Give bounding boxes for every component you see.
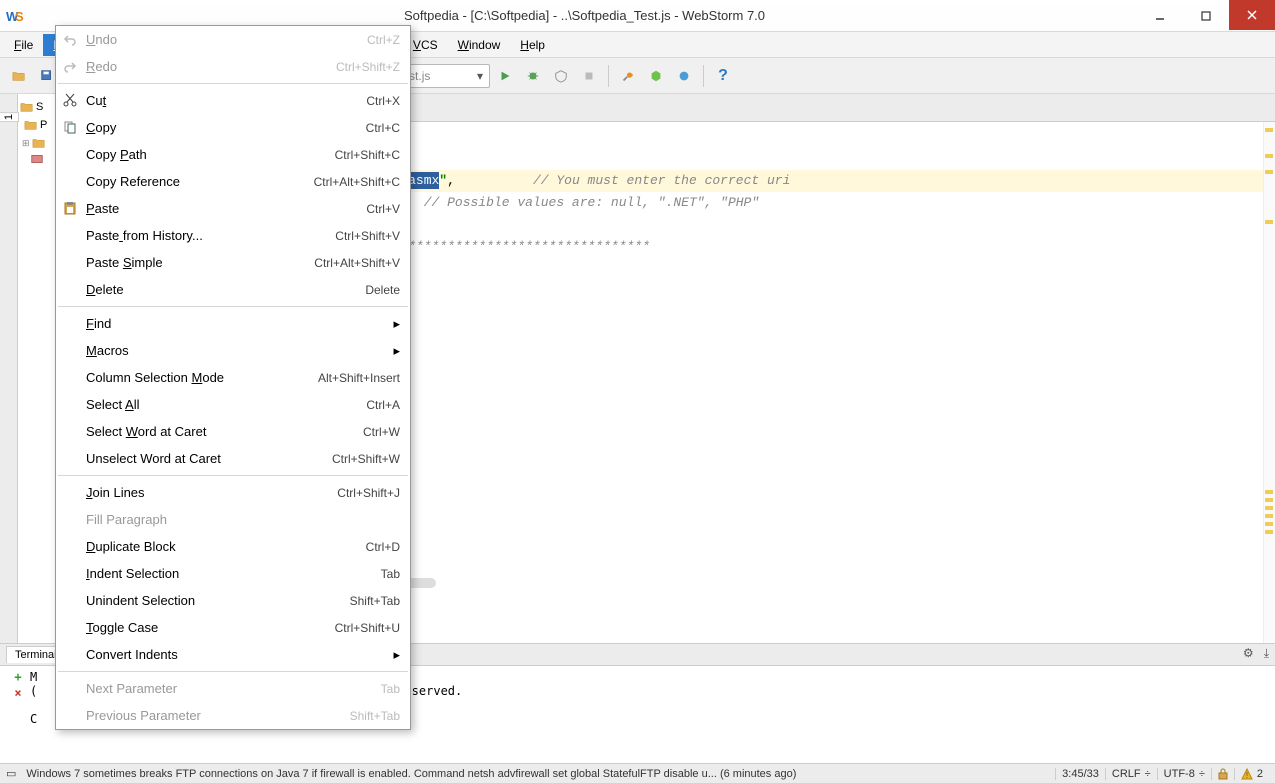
window-title: Softpedia - [C:\Softpedia] - ..\Softpedi… [32, 8, 1137, 23]
window-close-button[interactable] [1229, 0, 1275, 30]
redo-icon [62, 58, 78, 74]
menuitem-copy-path[interactable]: Copy PathCtrl+Shift+C [56, 141, 410, 168]
run-button[interactable] [492, 63, 518, 89]
svg-text:!: ! [1246, 771, 1248, 780]
line-separator[interactable]: CRLF ÷ [1105, 768, 1157, 780]
menuitem-column-selection-mode[interactable]: Column Selection ModeAlt+Shift+Insert [56, 364, 410, 391]
menuitem-find[interactable]: Find▸ [56, 310, 410, 337]
menuitem-undo: UndoCtrl+Z [56, 26, 410, 53]
menuitem-copy-reference[interactable]: Copy ReferenceCtrl+Alt+Shift+C [56, 168, 410, 195]
window-minimize-button[interactable] [1137, 2, 1183, 30]
menuitem-unindent-selection[interactable]: Unindent SelectionShift+Tab [56, 587, 410, 614]
window-maximize-button[interactable] [1183, 2, 1229, 30]
help-button[interactable]: ? [710, 63, 736, 89]
event-log-icon[interactable]: ▭ [6, 767, 16, 780]
menuitem-join-lines[interactable]: Join LinesCtrl+Shift+J [56, 479, 410, 506]
undo-icon [62, 31, 78, 47]
edit-menu-dropdown: UndoCtrl+ZRedoCtrl+Shift+Z CutCtrl+XCopyC… [55, 25, 411, 730]
menuitem-convert-indents[interactable]: Convert Indents▸ [56, 641, 410, 668]
paste-icon [62, 200, 78, 216]
menu-help[interactable]: Help [510, 34, 555, 56]
debug-button[interactable] [520, 63, 546, 89]
menuitem-redo: RedoCtrl+Shift+Z [56, 53, 410, 80]
terminal-new-session-icon[interactable]: + [14, 670, 21, 684]
menuitem-duplicate-block[interactable]: Duplicate BlockCtrl+D [56, 533, 410, 560]
menu-file[interactable]: File [4, 34, 43, 56]
cursor-position[interactable]: 3:45/33 [1055, 768, 1105, 780]
settings-button[interactable] [615, 63, 641, 89]
menuitem-copy[interactable]: CopyCtrl+C [56, 114, 410, 141]
project-tool-window-tab[interactable]: 1 [1, 102, 17, 132]
coverage-button[interactable] [548, 63, 574, 89]
menuitem-unselect-word-at-caret[interactable]: Unselect Word at CaretCtrl+Shift+W [56, 445, 410, 472]
status-message[interactable]: Windows 7 sometimes breaks FTP connectio… [20, 768, 1055, 780]
file-encoding[interactable]: UTF-8 ÷ [1157, 768, 1211, 780]
menuitem-select-word-at-caret[interactable]: Select Word at CaretCtrl+W [56, 418, 410, 445]
terminal-hide-icon[interactable]: ⤓ [1264, 646, 1269, 661]
menuitem-paste[interactable]: PasteCtrl+V [56, 195, 410, 222]
copy-icon [62, 119, 78, 135]
menuitem-next-parameter: Next ParameterTab [56, 675, 410, 702]
menuitem-select-all[interactable]: Select AllCtrl+A [56, 391, 410, 418]
stop-button[interactable] [576, 63, 602, 89]
menuitem-paste-from-history[interactable]: Paste from History...Ctrl+Shift+V [56, 222, 410, 249]
notifications-indicator[interactable]: !2 [1234, 768, 1269, 780]
menuitem-macros[interactable]: Macros▸ [56, 337, 410, 364]
menuitem-fill-paragraph: Fill Paragraph [56, 506, 410, 533]
terminal-settings-icon[interactable]: ⚙ [1243, 646, 1254, 661]
terminal-close-session-icon[interactable]: × [14, 686, 21, 700]
readonly-toggle-icon[interactable] [1211, 768, 1234, 780]
menuitem-toggle-case[interactable]: Toggle CaseCtrl+Shift+U [56, 614, 410, 641]
menu-window[interactable]: Window [448, 34, 511, 56]
menuitem-indent-selection[interactable]: Indent SelectionTab [56, 560, 410, 587]
svg-text:S: S [15, 9, 24, 24]
app-logo-icon: WS [6, 6, 26, 26]
nodejs-button[interactable] [643, 63, 669, 89]
menuitem-cut[interactable]: CutCtrl+X [56, 87, 410, 114]
open-button[interactable] [6, 63, 32, 89]
menuitem-delete[interactable]: DeleteDelete [56, 276, 410, 303]
menuitem-previous-parameter: Previous ParameterShift+Tab [56, 702, 410, 729]
browser-button[interactable] [671, 63, 697, 89]
menuitem-paste-simple[interactable]: Paste SimpleCtrl+Alt+Shift+V [56, 249, 410, 276]
statusbar: ▭ Windows 7 sometimes breaks FTP connect… [0, 763, 1275, 783]
cut-icon [62, 92, 78, 108]
